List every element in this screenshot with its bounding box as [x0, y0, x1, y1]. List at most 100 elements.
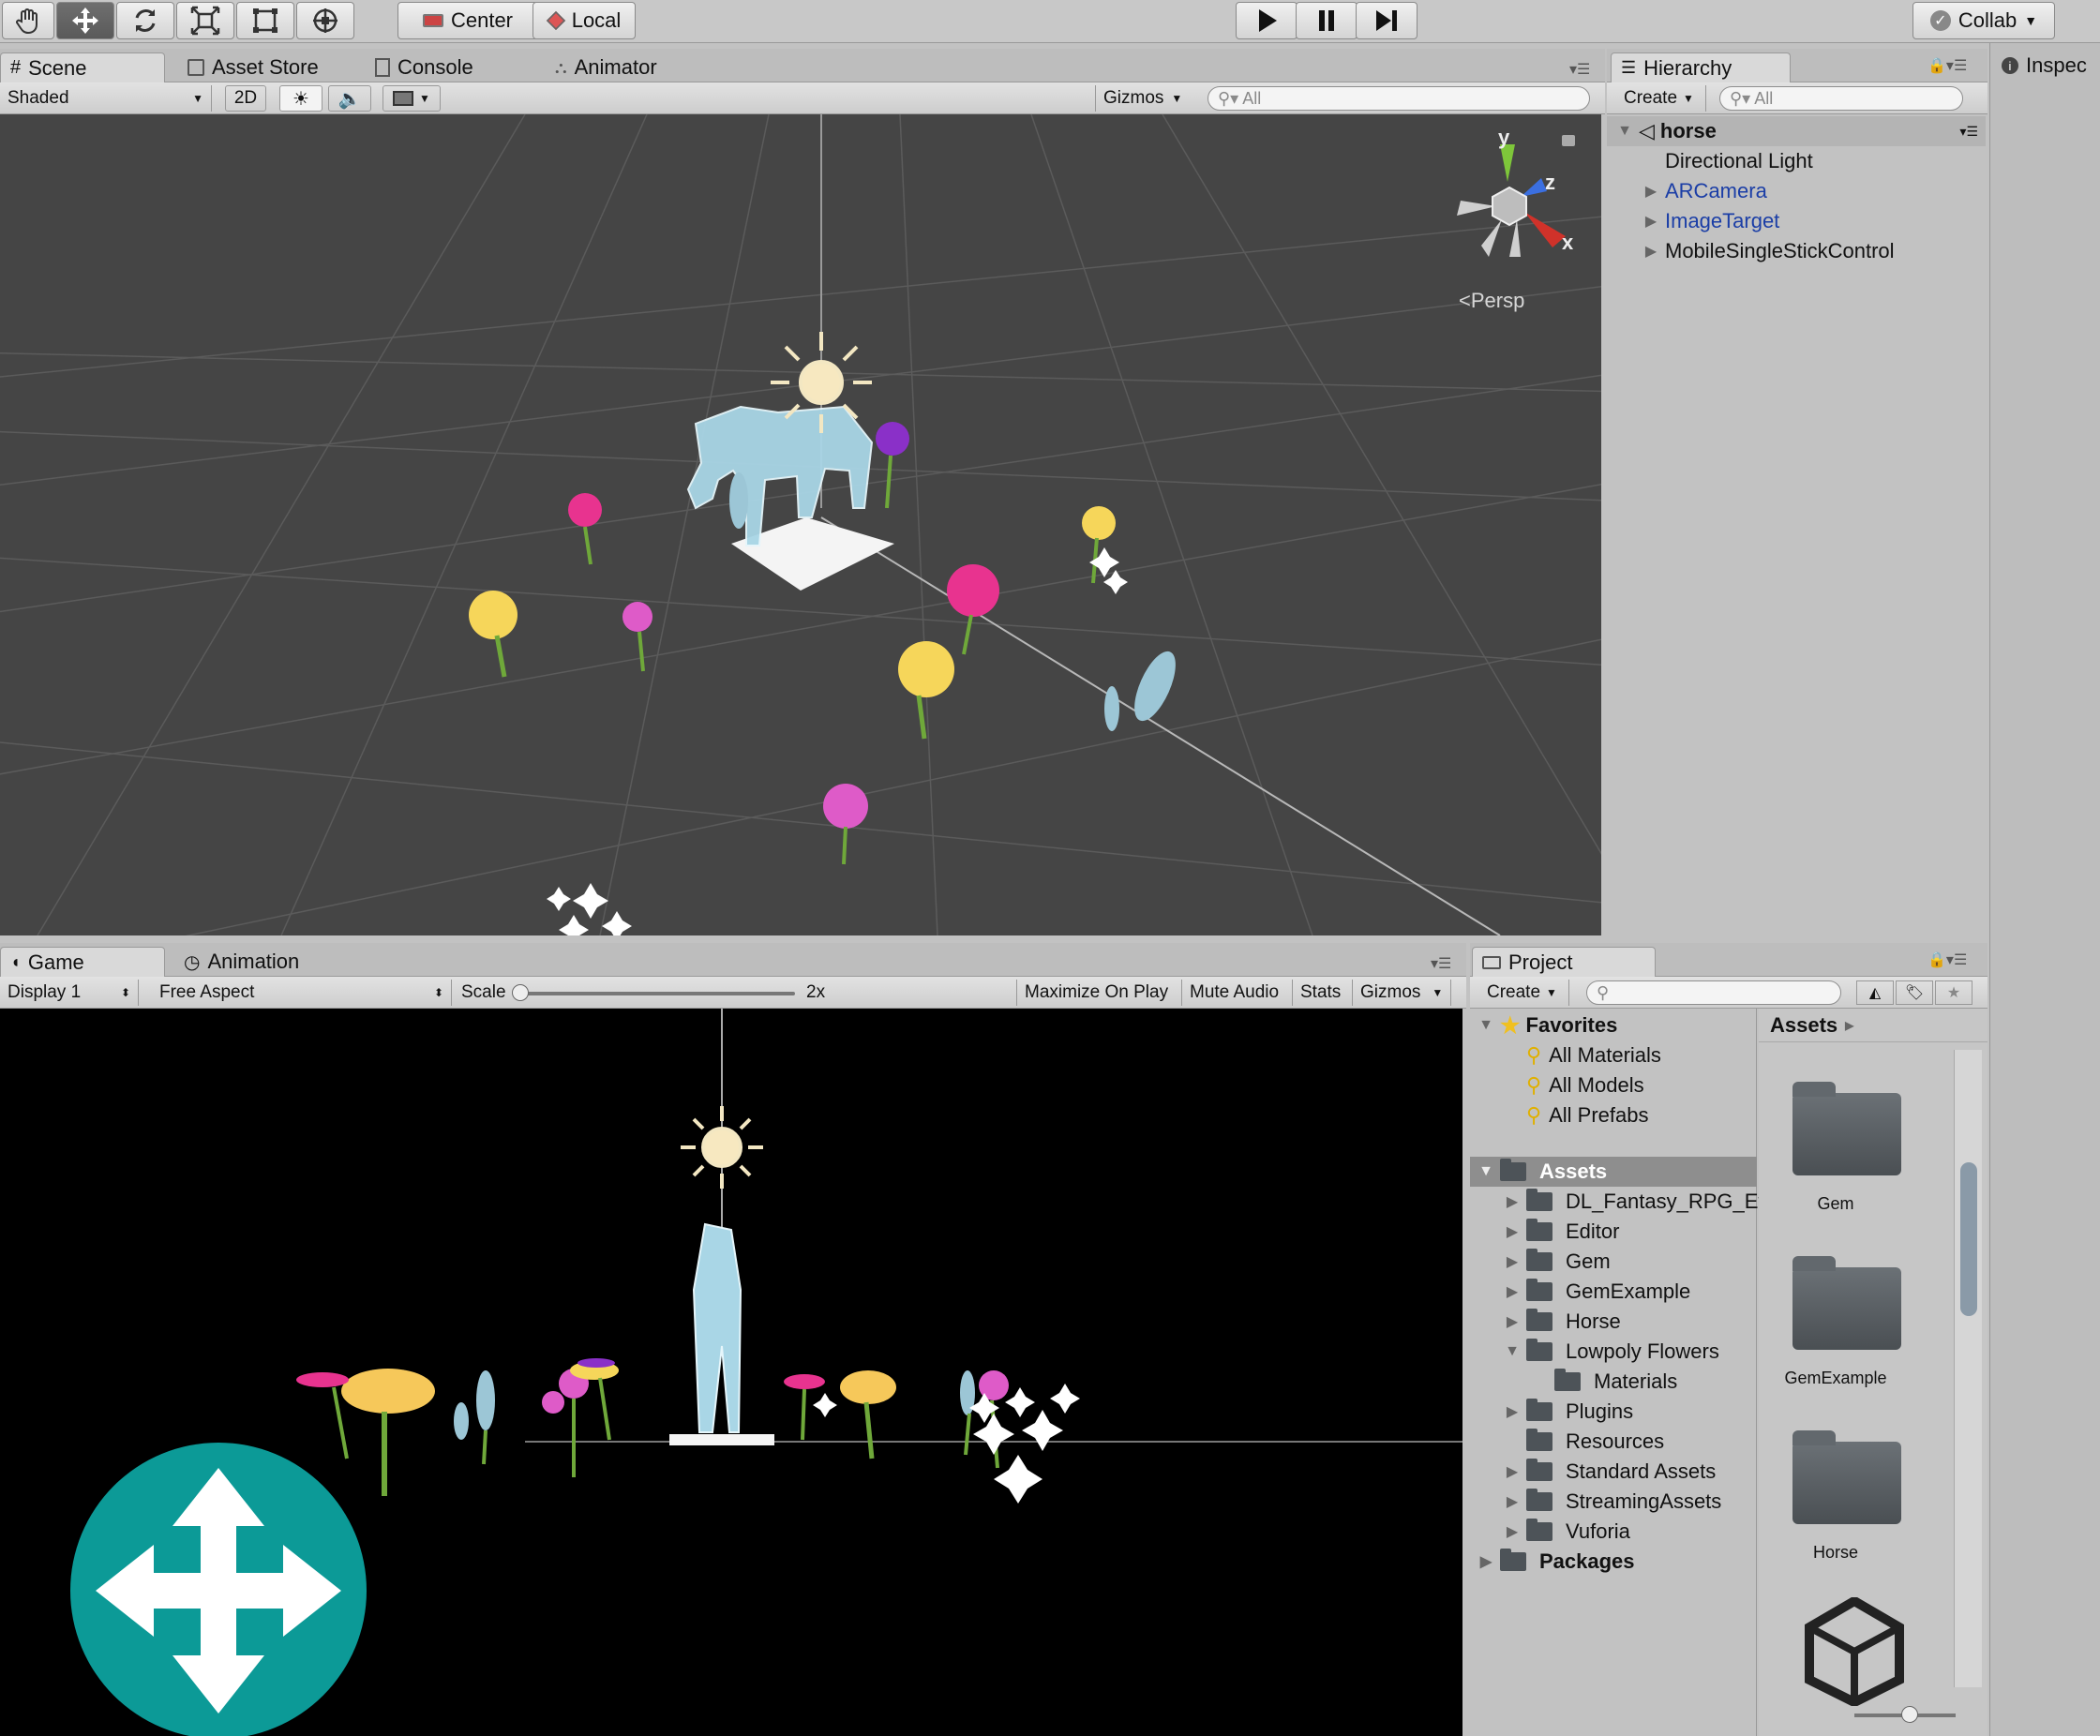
- expand-triangle-icon[interactable]: ▶: [1504, 1282, 1521, 1301]
- rotate-tool-button[interactable]: [116, 2, 174, 39]
- scene-search-input[interactable]: ⚲▾ All: [1208, 86, 1590, 111]
- folder-row[interactable]: ▼ Lowpoly Flowers: [1470, 1337, 1719, 1367]
- favorite-button[interactable]: ★: [1935, 980, 1972, 1005]
- expand-triangle-icon[interactable]: ▶: [1478, 1552, 1494, 1571]
- expand-triangle-icon[interactable]: ▶: [1504, 1312, 1521, 1331]
- icon-size-slider-thumb[interactable]: [1901, 1706, 1918, 1723]
- tab-game[interactable]: ◖ Game: [0, 947, 165, 977]
- lock-menu-icon[interactable]: 🔒▾☰: [1928, 56, 1967, 75]
- mute-audio-toggle[interactable]: Mute Audio: [1181, 980, 1286, 1006]
- folder-row[interactable]: ▶ Horse: [1470, 1307, 1621, 1337]
- folder-row[interactable]: ▶ Standard Assets: [1470, 1457, 1716, 1487]
- scrollbar-thumb[interactable]: [1960, 1162, 1977, 1316]
- asset-folder-gemexample[interactable]: [1792, 1256, 1901, 1350]
- hierarchy-item-imagetarget[interactable]: ▶ ImageTarget: [1607, 206, 1779, 236]
- tab-animator[interactable]: ⛬ Animator: [546, 52, 667, 82]
- scene-viewport[interactable]: y z x <Persp: [0, 114, 1601, 935]
- scale-slider[interactable]: [518, 992, 795, 995]
- stats-toggle[interactable]: Stats: [1292, 980, 1348, 1006]
- 2d-toggle[interactable]: 2D: [225, 85, 266, 112]
- project-create-dropdown[interactable]: Create ▼: [1479, 980, 1569, 1006]
- favorite-item[interactable]: ⚲ All Prefabs: [1470, 1100, 1649, 1130]
- hierarchy-create-dropdown[interactable]: Create ▼: [1616, 85, 1706, 112]
- play-button[interactable]: [1236, 2, 1298, 39]
- expand-triangle-icon[interactable]: ▶: [1504, 1492, 1521, 1511]
- projection-toggle[interactable]: <Persp: [1459, 289, 1524, 313]
- expand-triangle-icon[interactable]: ▶: [1504, 1522, 1521, 1541]
- expand-triangle-icon[interactable]: ▶: [1504, 1252, 1521, 1271]
- hierarchy-item-directional-light[interactable]: Directional Light: [1607, 146, 1813, 176]
- folder-row[interactable]: Materials: [1470, 1367, 1677, 1397]
- favorite-item[interactable]: ⚲ All Materials: [1470, 1040, 1661, 1070]
- packages-row[interactable]: ▶ Packages: [1470, 1547, 1635, 1577]
- lighting-toggle[interactable]: ☀: [279, 85, 322, 112]
- vertical-scrollbar[interactable]: [1954, 1050, 1982, 1687]
- tab-scene[interactable]: # Scene: [0, 52, 165, 82]
- folder-row[interactable]: ▶ DL_Fantasy_RPG_Eff: [1470, 1187, 1769, 1217]
- aspect-dropdown[interactable]: Free Aspect ⬍: [152, 980, 452, 1006]
- expand-triangle-icon[interactable]: ▶: [1504, 1222, 1521, 1241]
- pivot-center-button[interactable]: Center: [398, 2, 538, 39]
- step-button[interactable]: [1356, 2, 1418, 39]
- folder-row[interactable]: ▶ Gem: [1470, 1247, 1611, 1277]
- expand-triangle-icon[interactable]: ▶: [1504, 1402, 1521, 1421]
- asset-folder-horse[interactable]: [1792, 1430, 1901, 1524]
- joystick-control[interactable]: [69, 1442, 368, 1736]
- rect-tool-button[interactable]: [236, 2, 294, 39]
- tab-animation[interactable]: ◷ Animation: [174, 947, 308, 977]
- expand-triangle-icon[interactable]: ▶: [1642, 212, 1659, 231]
- tab-asset-store[interactable]: Asset Store: [178, 52, 328, 82]
- asset-folder-gem[interactable]: [1792, 1082, 1901, 1175]
- orientation-gizmo[interactable]: [1444, 126, 1584, 285]
- tab-inspector[interactable]: i Inspec: [1992, 51, 2096, 81]
- tab-console[interactable]: Console: [366, 52, 483, 82]
- folder-row[interactable]: ▶ StreamingAssets: [1470, 1487, 1721, 1517]
- expand-triangle-icon[interactable]: ▶: [1642, 182, 1659, 201]
- space-local-button[interactable]: Local: [532, 2, 636, 39]
- panel-menu-icon[interactable]: ▾☰: [1569, 60, 1590, 79]
- folder-icon: [1792, 1430, 1901, 1524]
- shading-mode-dropdown[interactable]: Shaded ▼: [0, 85, 212, 112]
- lock-icon[interactable]: [1562, 135, 1575, 146]
- favorite-item[interactable]: ⚲ All Models: [1470, 1070, 1644, 1100]
- scale-tool-button[interactable]: [176, 2, 234, 39]
- folder-icon: [1526, 1249, 1552, 1271]
- scene-header-row[interactable]: ▼ ◁ horse ▾☰: [1607, 116, 1986, 146]
- project-search-input[interactable]: ⚲: [1586, 980, 1841, 1005]
- folder-row[interactable]: ▶ GemExample: [1470, 1277, 1690, 1307]
- filter-by-type-button[interactable]: ◭: [1856, 980, 1894, 1005]
- tab-project[interactable]: Project: [1472, 947, 1656, 977]
- lock-menu-icon[interactable]: 🔒▾☰: [1928, 950, 1967, 969]
- breadcrumb[interactable]: Assets ▶: [1759, 1009, 1988, 1042]
- expand-triangle-icon[interactable]: ▶: [1642, 242, 1659, 261]
- hierarchy-item-arcamera[interactable]: ▶ ARCamera: [1607, 176, 1767, 206]
- expand-triangle-icon[interactable]: ▶: [1504, 1192, 1521, 1211]
- tab-hierarchy[interactable]: ☰ Hierarchy: [1611, 52, 1791, 82]
- move-tool-button[interactable]: [56, 2, 114, 39]
- scene-gizmos-dropdown[interactable]: Gizmos ▼: [1095, 85, 1192, 112]
- folder-row[interactable]: Resources: [1470, 1427, 1664, 1457]
- unity-scene-asset-icon[interactable]: [1800, 1597, 1909, 1706]
- panel-menu-icon[interactable]: ▾☰: [1431, 954, 1451, 973]
- hierarchy-search-input[interactable]: ⚲▾ All: [1719, 86, 1963, 111]
- filter-by-label-button[interactable]: 🏷: [1896, 980, 1933, 1005]
- hierarchy-item-mobilesinglestickcontrol[interactable]: ▶ MobileSingleStickControl: [1607, 236, 1895, 266]
- audio-toggle[interactable]: 🔈: [328, 85, 371, 112]
- assets-root-row[interactable]: ▼ Assets: [1470, 1157, 1757, 1187]
- pause-button[interactable]: [1296, 2, 1358, 39]
- hand-tool-button[interactable]: [2, 2, 54, 39]
- expand-triangle-icon[interactable]: ▼: [1504, 1343, 1521, 1360]
- scale-slider-thumb[interactable]: [512, 984, 529, 1001]
- folder-row[interactable]: ▶ Editor: [1470, 1217, 1619, 1247]
- display-dropdown[interactable]: Display 1 ⬍: [0, 980, 139, 1006]
- game-viewport[interactable]: [0, 1009, 1462, 1736]
- effects-dropdown[interactable]: ▼: [382, 85, 441, 112]
- folder-row[interactable]: ▶ Plugins: [1470, 1397, 1633, 1427]
- expand-triangle-icon[interactable]: ▶: [1504, 1462, 1521, 1481]
- transform-tool-button[interactable]: [296, 2, 354, 39]
- collab-button[interactable]: ✓ Collab ▼: [1912, 2, 2055, 39]
- maximize-on-play-toggle[interactable]: Maximize On Play: [1016, 980, 1176, 1006]
- favorites-header[interactable]: ▼ ★ Favorites: [1470, 1010, 1617, 1040]
- game-gizmos-dropdown[interactable]: Gizmos ▼: [1352, 980, 1452, 1006]
- folder-row[interactable]: ▶ Vuforia: [1470, 1517, 1630, 1547]
